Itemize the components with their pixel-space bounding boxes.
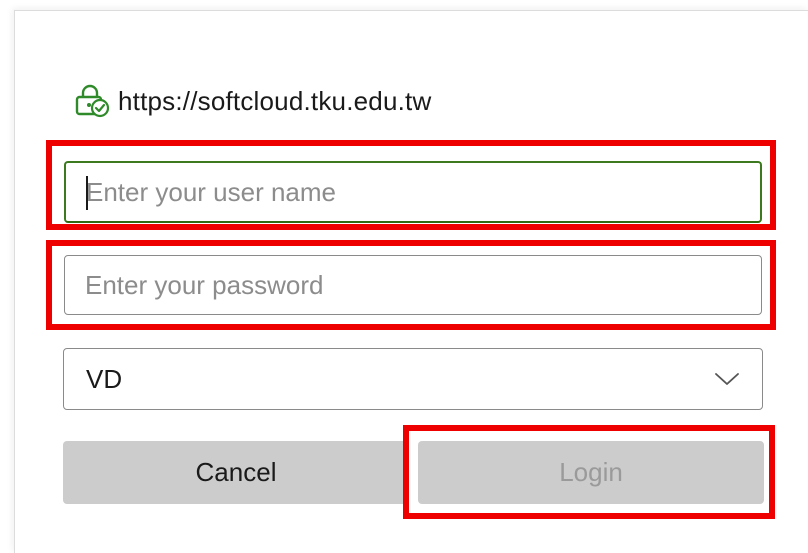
site-url: https://softcloud.tku.edu.tw [118,85,432,116]
password-input[interactable] [64,255,762,315]
site-origin-row: https://softcloud.tku.edu.tw [74,84,431,118]
select-value: VD [86,363,123,394]
cancel-button[interactable]: Cancel [63,441,409,504]
login-button[interactable]: Login [418,441,764,504]
lock-check-icon [74,84,110,118]
text-caret [86,176,88,210]
connection-select[interactable]: VD [63,348,763,410]
username-input[interactable] [64,161,762,223]
chevron-down-icon [714,371,740,387]
